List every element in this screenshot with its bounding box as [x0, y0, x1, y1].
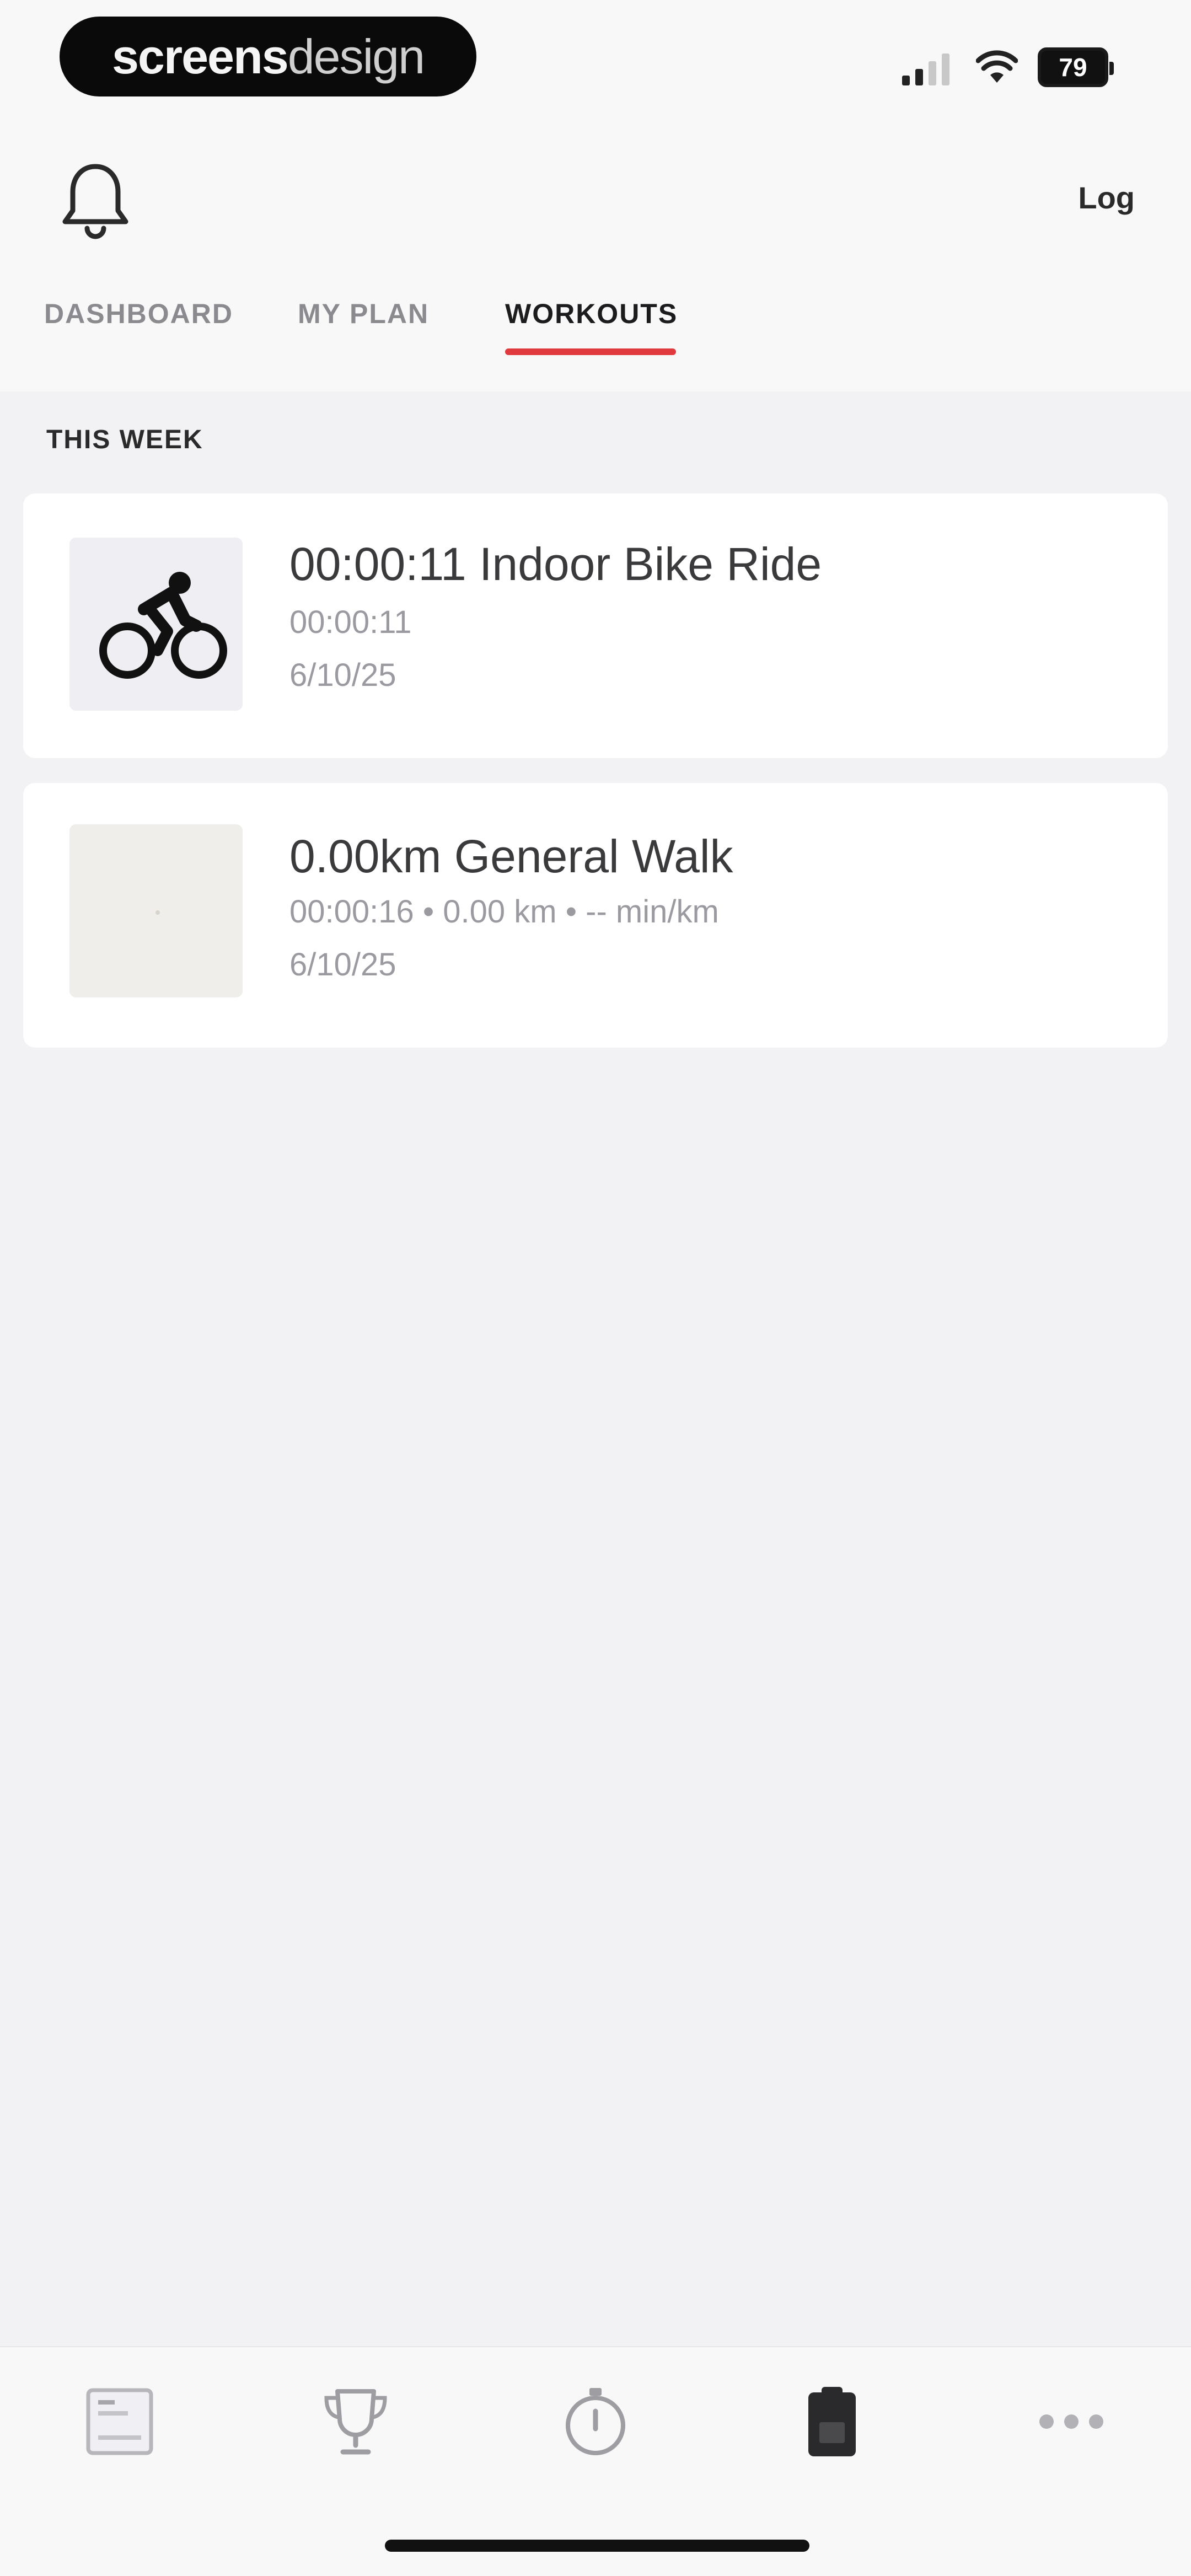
bike-icon: [99, 572, 227, 679]
feed-icon[interactable]: [78, 2380, 161, 2463]
log-button[interactable]: Log: [1078, 180, 1135, 216]
status-bar: screens design 79: [0, 0, 1191, 127]
bell-icon[interactable]: [60, 160, 131, 243]
trophy-icon[interactable]: [314, 2380, 397, 2463]
workout-detail: 00:00:11: [289, 604, 412, 640]
map-thumbnail: [69, 824, 243, 997]
cellular-signal-icon: [902, 53, 949, 85]
section-label-this-week: THIS WEEK: [46, 425, 203, 454]
app-header: Log DASHBOARD MY PLAN WORKOUTS: [0, 127, 1191, 391]
more-icon[interactable]: [1030, 2380, 1113, 2463]
brand-watermark: screens design: [60, 17, 476, 96]
route-dot-icon: [155, 910, 160, 915]
workout-card-general-walk[interactable]: 0.00km General Walk 00:00:16 • 0.00 km •…: [23, 783, 1168, 1048]
workout-title: 0.00km General Walk: [289, 830, 733, 882]
workout-card-bike-ride[interactable]: 00:00:11 Indoor Bike Ride 00:00:11 6/10/…: [23, 493, 1168, 758]
tab-workouts[interactable]: WORKOUTS: [505, 298, 678, 330]
clipboard-icon[interactable]: [791, 2380, 873, 2463]
brand-bold-text: screens: [111, 29, 289, 84]
workout-date: 6/10/25: [289, 657, 396, 693]
battery-level: 79: [1059, 53, 1087, 82]
wifi-icon: [976, 50, 1018, 83]
stopwatch-icon[interactable]: [554, 2380, 637, 2463]
workout-detail: 00:00:16 • 0.00 km • -- min/km: [289, 894, 719, 930]
tab-dashboard[interactable]: DASHBOARD: [44, 298, 233, 330]
workout-date: 6/10/25: [289, 947, 396, 983]
battery-indicator: 79: [1038, 47, 1114, 87]
home-indicator: [385, 2540, 809, 2552]
workout-title: 00:00:11 Indoor Bike Ride: [289, 538, 822, 590]
workout-thumbnail: [69, 538, 243, 711]
brand-light-text: design: [287, 29, 425, 84]
tab-my-plan[interactable]: MY PLAN: [298, 298, 429, 330]
active-tab-indicator: [505, 348, 676, 355]
